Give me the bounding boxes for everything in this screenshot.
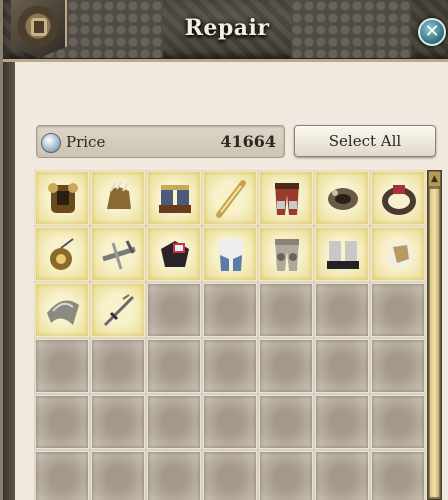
scrollbar-thumb[interactable]: [429, 188, 440, 498]
inventory-slot-empty[interactable]: [371, 339, 425, 393]
price-value: 41664: [220, 132, 276, 151]
price-display: Price 41664: [36, 125, 285, 158]
inventory-slot-empty[interactable]: [203, 395, 257, 449]
repair-window: Repair ✕ Price 41664 Select All ▲: [0, 0, 448, 500]
inventory-slot-empty[interactable]: [203, 451, 257, 500]
inventory-slot-leather-pants[interactable]: [259, 171, 313, 225]
inventory-slot-arm-guard[interactable]: [371, 227, 425, 281]
inventory-slot-shoulder-armor[interactable]: [35, 283, 89, 337]
inventory-slot-plate-leggings[interactable]: [259, 227, 313, 281]
inventory-slot-empty[interactable]: [371, 395, 425, 449]
inventory-slot-gauntlets[interactable]: [91, 171, 145, 225]
price-label: Price: [66, 133, 106, 151]
silver-coin-icon: [41, 133, 61, 153]
dark-bracer-icon: [161, 241, 189, 267]
title-bar[interactable]: Repair ✕: [3, 0, 448, 62]
scrollbar[interactable]: ▲: [427, 170, 442, 500]
arm-guard-icon: [387, 241, 413, 269]
inventory-slot-empty[interactable]: [91, 451, 145, 500]
cloth-leggings-icon: [219, 239, 243, 271]
dagger-icon: [103, 294, 135, 327]
inventory-slot-empty[interactable]: [315, 283, 369, 337]
inventory-slot-empty[interactable]: [315, 395, 369, 449]
white-boots-icon: [327, 241, 359, 269]
plate-leggings-icon: [275, 239, 299, 271]
select-all-button[interactable]: Select All: [294, 125, 436, 157]
inventory-slot-empty[interactable]: [91, 395, 145, 449]
inventory-slot-cloth-leggings[interactable]: [203, 227, 257, 281]
bracer-icon: [328, 188, 358, 210]
inventory-slot-staff[interactable]: [203, 171, 257, 225]
gauntlets-icon: [107, 181, 131, 209]
window-title: Repair: [184, 15, 270, 41]
inventory-slot-ring[interactable]: [371, 171, 425, 225]
ring-icon: [382, 185, 416, 215]
inventory-slot-white-boots[interactable]: [315, 227, 369, 281]
inventory-slot-crossbow[interactable]: [91, 227, 145, 281]
inventory-slot-empty[interactable]: [259, 395, 313, 449]
window-left-edge: [3, 0, 15, 500]
crossbow-icon: [102, 240, 136, 270]
inventory-slot-chest-armor[interactable]: [35, 171, 89, 225]
inventory-slot-empty[interactable]: [147, 395, 201, 449]
chest-armor-icon: [48, 183, 78, 213]
inventory-slot-empty[interactable]: [147, 339, 201, 393]
inventory-slot-empty[interactable]: [35, 395, 89, 449]
inventory-slot-empty[interactable]: [203, 339, 257, 393]
scroll-up-arrow-icon[interactable]: ▲: [429, 172, 440, 186]
inventory-slot-empty[interactable]: [371, 283, 425, 337]
inventory-slot-boots[interactable]: [147, 171, 201, 225]
close-button[interactable]: ✕: [418, 18, 446, 46]
staff-icon: [216, 180, 246, 218]
inventory-slot-dagger[interactable]: [91, 283, 145, 337]
inventory-slot-empty[interactable]: [259, 451, 313, 500]
inventory-slot-empty[interactable]: [91, 339, 145, 393]
leather-pants-icon: [275, 183, 299, 215]
inventory-slot-bracer[interactable]: [315, 171, 369, 225]
amulet-icon: [50, 238, 74, 270]
inventory-slot-empty[interactable]: [259, 283, 313, 337]
inventory-slot-empty[interactable]: [35, 451, 89, 500]
inventory-slot-dark-bracer[interactable]: [147, 227, 201, 281]
inventory-grid: [34, 170, 426, 500]
inventory-slot-amulet[interactable]: [35, 227, 89, 281]
inventory-slot-empty[interactable]: [147, 451, 201, 500]
inventory-slot-empty[interactable]: [147, 283, 201, 337]
inventory-slot-empty[interactable]: [371, 451, 425, 500]
inventory-slot-empty[interactable]: [35, 339, 89, 393]
inventory-slot-empty[interactable]: [259, 339, 313, 393]
inventory-slot-empty[interactable]: [315, 339, 369, 393]
inventory-slot-empty[interactable]: [315, 451, 369, 500]
boots-icon: [159, 185, 191, 213]
close-icon: ✕: [424, 21, 440, 42]
shoulder-armor-icon: [47, 300, 79, 325]
inventory-slot-empty[interactable]: [203, 283, 257, 337]
